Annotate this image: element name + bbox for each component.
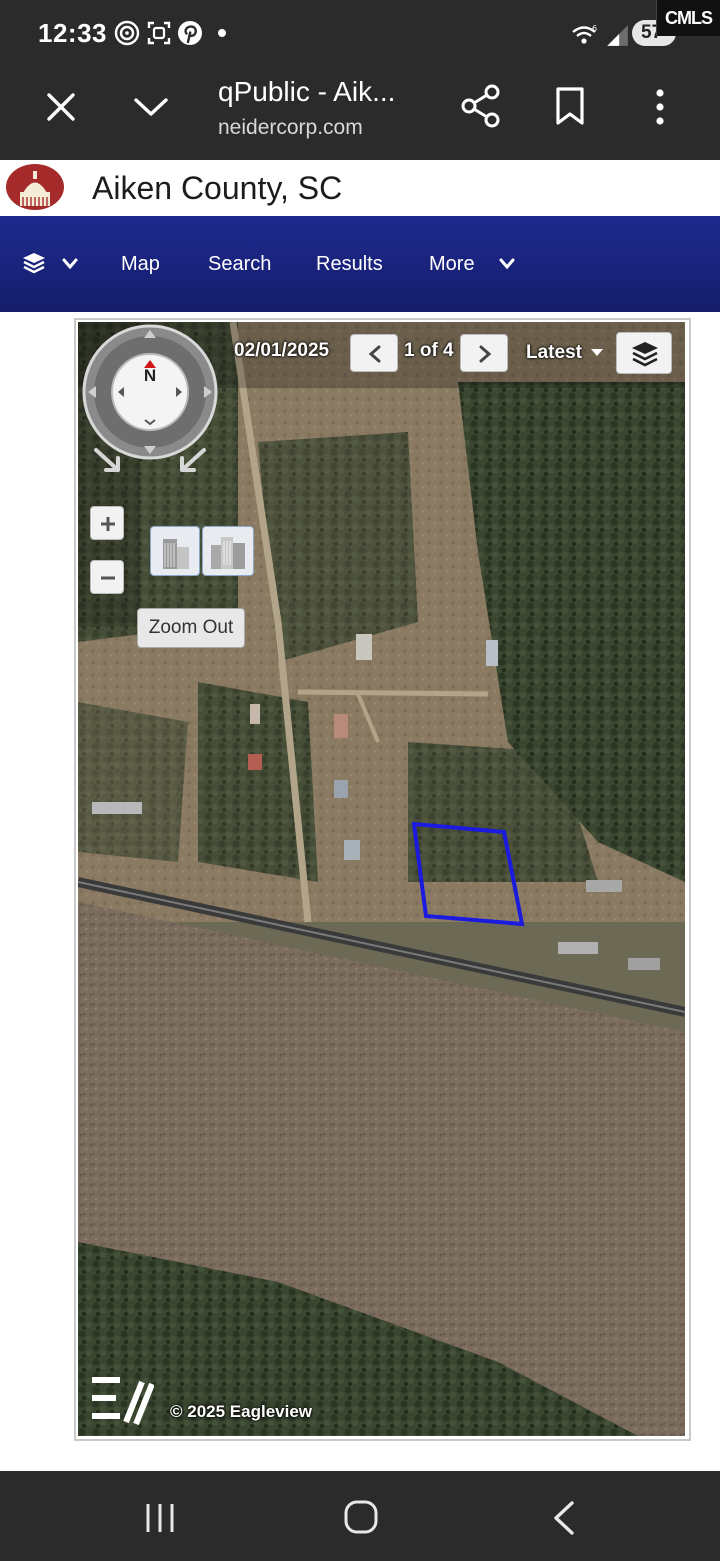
county-seal-logo[interactable]	[5, 162, 65, 212]
imagery-version-label: Latest	[526, 342, 582, 363]
layers-icon	[632, 342, 658, 367]
chevron-left-icon	[368, 345, 381, 363]
3d-city-button[interactable]	[202, 526, 254, 576]
share-icon[interactable]	[460, 84, 502, 128]
compass-control[interactable]	[82, 324, 218, 480]
zoom-in-button[interactable]	[90, 506, 124, 540]
minus-icon	[101, 576, 115, 580]
imagery-version-dropdown[interactable]: Latest	[526, 342, 604, 364]
bookmark-icon[interactable]	[554, 86, 586, 126]
zoom-out-button[interactable]	[90, 560, 124, 594]
chevron-down-icon	[62, 258, 78, 270]
home-icon[interactable]	[342, 1499, 382, 1537]
compass-north-label: N	[143, 366, 157, 385]
pinterest-icon	[178, 21, 202, 45]
aerial-imagery	[78, 322, 685, 1436]
main-nav: Map Search Results More	[0, 216, 720, 312]
svg-text:6: 6	[592, 24, 597, 33]
location-ring-icon	[114, 20, 140, 46]
building-icon	[163, 539, 189, 569]
nav-more[interactable]: More	[429, 216, 475, 312]
wifi-6-icon: 6	[572, 24, 597, 44]
back-icon[interactable]	[548, 1499, 578, 1537]
tab-title[interactable]: qPublic - Aik...	[218, 76, 395, 108]
watermark-logo: CMLS	[656, 0, 720, 36]
next-image-button[interactable]	[460, 334, 508, 372]
nav-results[interactable]: Results	[316, 216, 383, 312]
county-title: Aiken County, SC	[92, 170, 343, 206]
status-bar: 12:33 6 57 CMLS	[0, 0, 720, 64]
zoom-out-tooltip: Zoom Out	[137, 608, 245, 648]
page-url[interactable]: neidercorp.com	[218, 116, 363, 140]
imagery-copyright: © 2025 Eagleview	[170, 1402, 313, 1421]
status-time: 12:33	[38, 18, 107, 48]
layers-menu-button[interactable]	[20, 250, 82, 278]
chevron-right-icon	[479, 345, 492, 363]
layers-icon	[23, 253, 45, 274]
more-vert-icon[interactable]	[650, 88, 670, 126]
close-icon[interactable]	[44, 90, 78, 124]
more-chevron-down-icon	[499, 258, 515, 270]
nav-search[interactable]: Search	[208, 216, 271, 312]
caret-down-icon	[591, 349, 604, 357]
map-layers-button[interactable]	[616, 332, 672, 374]
plus-icon	[101, 517, 115, 531]
imagery-date: 02/01/2025	[234, 340, 330, 361]
nav-map[interactable]: Map	[121, 216, 160, 312]
eagleview-logo	[92, 1377, 154, 1426]
site-header: Aiken County, SC	[0, 160, 720, 216]
browser-toolbar: qPublic - Aik... neidercorp.com	[0, 64, 720, 160]
map-frame: N 02/01/2025 1 of 4 Latest Zoom Out © 20…	[74, 318, 691, 1441]
signal-icon	[607, 25, 628, 46]
dot-icon	[218, 29, 226, 37]
aerial-map[interactable]: N 02/01/2025 1 of 4 Latest Zoom Out © 20…	[78, 322, 685, 1436]
chevron-down-icon[interactable]	[132, 94, 170, 120]
recents-icon[interactable]	[142, 1501, 178, 1535]
previous-image-button[interactable]	[350, 334, 398, 372]
system-navigation-bar	[0, 1471, 720, 1561]
screenshot-icon	[147, 21, 171, 45]
city-buildings-icon	[211, 537, 245, 569]
3d-buildings-button[interactable]	[150, 526, 200, 576]
image-page-indicator: 1 of 4	[404, 340, 454, 361]
